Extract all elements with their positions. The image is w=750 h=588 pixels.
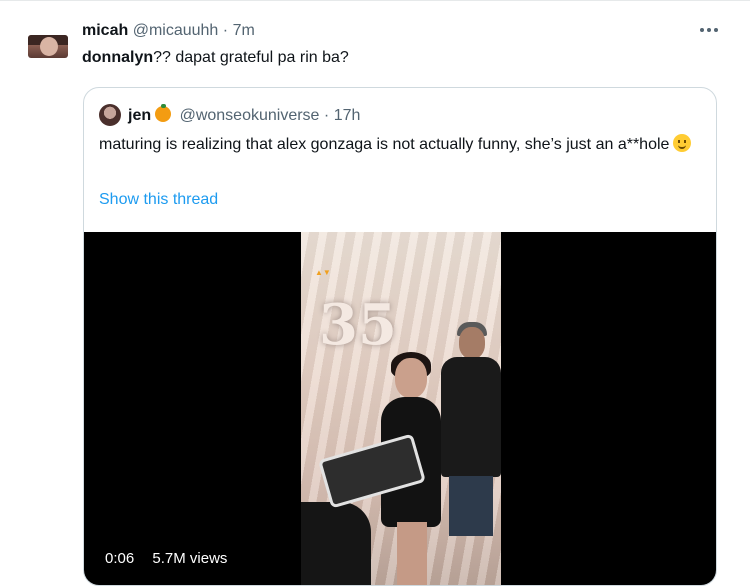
balloon-number: 35	[319, 292, 397, 358]
tweet-text-rest: ?? dapat grateful pa rin ba?	[153, 49, 349, 66]
quoted-text: maturing is realizing that alex gonzaga …	[99, 133, 699, 157]
quoted-text-body: maturing is realizing that alex gonzaga …	[99, 136, 670, 153]
smile-emoji-icon	[673, 134, 692, 152]
quoted-avatar[interactable]	[99, 104, 121, 126]
tweet-time[interactable]: 7m	[233, 22, 255, 39]
tweet-header: micah @micauuhh · 7m	[82, 21, 255, 41]
quoted-author-handle[interactable]: @wonseokuniverse	[180, 107, 320, 124]
video-duration: 0:06	[105, 550, 135, 567]
separator-dot: ·	[222, 22, 229, 39]
author-handle[interactable]: @micauuhh	[133, 22, 219, 39]
woman-legs	[397, 522, 427, 585]
quoted-time[interactable]: 17h	[334, 107, 361, 124]
quoted-tweet[interactable]: jen @wonseokuniverse · 17h maturing is r…	[83, 87, 717, 586]
video-views: 5.7M views	[152, 550, 228, 567]
video-player[interactable]: 35 ▲▼ 0:06 5.7M views	[84, 232, 716, 585]
orange-emoji-icon	[155, 104, 172, 122]
tweet-text-bold: donnalyn	[82, 49, 154, 66]
woman-head	[395, 358, 427, 398]
author-name[interactable]: micah	[82, 22, 128, 39]
more-options-icon[interactable]	[694, 20, 724, 40]
man-body	[441, 357, 501, 477]
video-watermark: ▲▼	[315, 268, 331, 277]
avatar[interactable]	[28, 35, 68, 58]
video-frame: 35 ▲▼	[301, 232, 501, 585]
quoted-author-name[interactable]: jen	[128, 107, 151, 124]
avatar-face	[40, 37, 58, 56]
tweet-text: donnalyn?? dapat grateful pa rin ba?	[82, 47, 349, 69]
more-dot	[714, 28, 718, 32]
tweet[interactable]: micah @micauuhh · 7m donnalyn?? dapat gr…	[0, 0, 750, 588]
more-dot	[700, 28, 704, 32]
arm-foreground	[301, 502, 371, 585]
more-dot	[707, 28, 711, 32]
quoted-header: jen @wonseokuniverse · 17h	[128, 104, 361, 126]
video-meta: 0:06 5.7M views	[105, 550, 241, 567]
man-head	[459, 327, 485, 359]
quoted-separator-dot: ·	[323, 107, 330, 124]
man-legs	[449, 476, 493, 536]
show-thread-link[interactable]: Show this thread	[99, 189, 218, 211]
